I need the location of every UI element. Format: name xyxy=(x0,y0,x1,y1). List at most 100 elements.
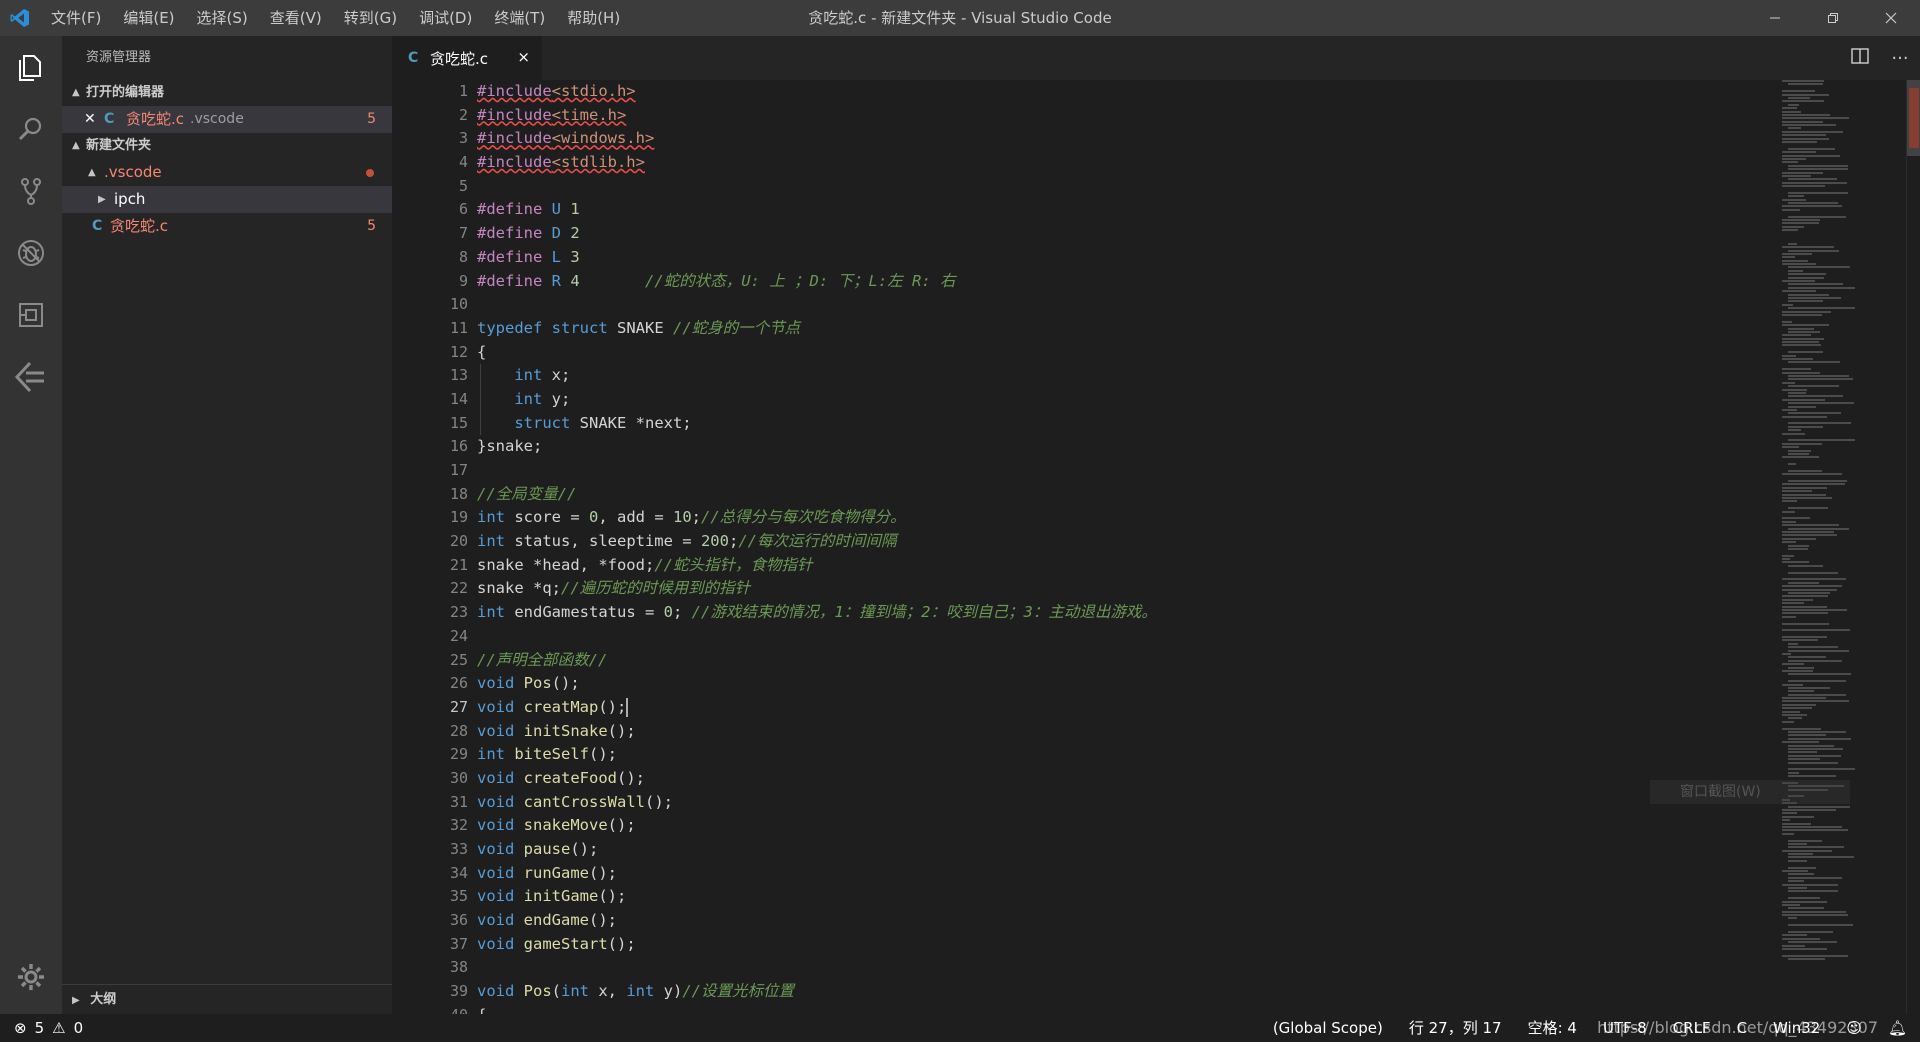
line-number: 16 xyxy=(449,437,468,456)
minimap[interactable] xyxy=(1782,80,1902,980)
minimap-line xyxy=(1788,249,1840,252)
minimap-line xyxy=(1782,832,1795,835)
minimap-line xyxy=(1782,883,1838,886)
minimap-line xyxy=(1788,958,1825,961)
minimap-line xyxy=(1782,229,1799,232)
line-number: 26 xyxy=(449,674,468,693)
minimap-line xyxy=(1788,422,1852,425)
minimap-line xyxy=(1782,473,1843,476)
extensions-button[interactable] xyxy=(0,284,62,346)
minimap-line xyxy=(1782,602,1805,605)
code-line: //全局变量// xyxy=(477,484,577,503)
tree-item-vscode[interactable]: ▲ .vscode xyxy=(62,159,392,186)
line-number: 15 xyxy=(449,413,468,432)
tree-item-file[interactable]: C 贪吃蛇.c 5 xyxy=(62,213,392,240)
bell-icon[interactable]: 🔔︎ xyxy=(1875,1014,1920,1042)
code-editor[interactable]: 1 2 3 4 5 6 7 8 9 10 11 12 13 14 15 16 17 18 19 20 21 22 23 24 2… xyxy=(392,80,1920,1014)
minimap-line xyxy=(1782,598,1813,601)
more-actions-icon[interactable]: ··· xyxy=(1880,48,1920,69)
minimap-line xyxy=(1788,591,1831,594)
tree-item-ipch[interactable]: ▶ ipch xyxy=(62,186,392,213)
minimap-line xyxy=(1782,208,1801,211)
minimap-line xyxy=(1782,554,1794,557)
cursor-position[interactable]: 行 27，列 17 xyxy=(1396,1014,1515,1042)
menu-terminal[interactable]: 终端(T) xyxy=(483,0,556,36)
close-icon[interactable]: ✕ xyxy=(84,106,104,133)
minimap-line xyxy=(1788,463,1797,466)
debug-button[interactable] xyxy=(0,222,62,284)
code-content[interactable]: #include<stdio.h> #include<time.h> #incl… xyxy=(477,80,1777,1014)
explorer-button[interactable] xyxy=(0,36,62,98)
search-button[interactable] xyxy=(0,98,62,160)
minimap-line xyxy=(1782,181,1848,184)
tree-item-label: 贪吃蛇.c xyxy=(110,217,169,235)
minimap-line xyxy=(1782,808,1836,811)
menu-view[interactable]: 查看(V) xyxy=(259,0,333,36)
chevron-down-icon: ▲ xyxy=(72,140,80,151)
minimap-line xyxy=(1788,571,1839,574)
scope-indicator[interactable]: (Global Scope) xyxy=(1260,1014,1396,1042)
restore-button[interactable] xyxy=(1804,0,1862,36)
code-line: snake *head, *food;//蛇头指针，食物指针 xyxy=(477,555,813,574)
menu-help[interactable]: 帮助(H) xyxy=(556,0,631,36)
minimap-line xyxy=(1782,903,1801,906)
menu-debug[interactable]: 调试(D) xyxy=(408,0,483,36)
minimap-line xyxy=(1782,612,1829,615)
line-number: 31 xyxy=(449,792,468,811)
minimap-line xyxy=(1782,371,1820,374)
c-file-icon: C xyxy=(408,50,419,66)
menu-selection[interactable]: 选择(S) xyxy=(186,0,259,36)
minimap-line xyxy=(1788,439,1855,442)
menu-file[interactable]: 文件(F) xyxy=(40,0,112,36)
split-editor-icon[interactable] xyxy=(1840,47,1880,69)
problems-indicator[interactable]: ⊗ 5 ⚠ 0 xyxy=(0,1019,83,1037)
vertical-scrollbar[interactable] xyxy=(1906,80,1920,1014)
menu-go[interactable]: 转到(G) xyxy=(333,0,408,36)
minimap-line xyxy=(1782,134,1827,137)
open-editors-header[interactable]: ▲ 打开的编辑器 xyxy=(62,80,392,106)
minimap-line xyxy=(1782,595,1828,598)
minimap-line xyxy=(1782,812,1798,815)
minimize-button[interactable] xyxy=(1746,0,1804,36)
minimap-line xyxy=(1782,714,1807,717)
tab-label: 贪吃蛇.c xyxy=(430,49,489,68)
code-line: }snake; xyxy=(477,437,543,456)
minimap-line xyxy=(1788,507,1828,510)
minimap-line xyxy=(1782,456,1820,459)
minimap-line xyxy=(1782,683,1803,686)
minimap-line xyxy=(1782,622,1830,625)
code-line: typedef struct SNAKE //蛇身的一个节点 xyxy=(477,318,801,337)
minimap-line xyxy=(1782,381,1796,384)
settings-button[interactable] xyxy=(0,946,62,1008)
minimap-line xyxy=(1788,564,1823,567)
minimap-line xyxy=(1782,815,1814,818)
minimap-line xyxy=(1788,758,1820,761)
code-line: int score = 0, add = 10;//总得分与每次吃食物得分。 xyxy=(477,508,906,527)
minimap-line xyxy=(1782,137,1830,140)
activity-bar xyxy=(0,36,62,1014)
minimap-line xyxy=(1782,954,1848,957)
minimap-line xyxy=(1788,744,1835,747)
folder-header[interactable]: ▲ 新建文件夹 xyxy=(62,133,392,159)
error-count: 5 xyxy=(34,1019,45,1037)
line-number: 37 xyxy=(449,934,468,953)
line-number: 6 xyxy=(458,200,468,219)
source-control-button[interactable] xyxy=(0,160,62,222)
menu-edit[interactable]: 编辑(E) xyxy=(112,0,185,36)
line-number: 28 xyxy=(449,721,468,740)
indentation-indicator[interactable]: 空格: 4 xyxy=(1515,1014,1590,1042)
line-number: 18 xyxy=(449,484,468,503)
outline-header[interactable]: ▶ 大纲 xyxy=(62,984,392,1014)
open-editor-item[interactable]: ✕ C 贪吃蛇.c .vscode 5 xyxy=(62,106,392,133)
close-window-button[interactable] xyxy=(1862,0,1920,36)
close-tab-icon[interactable]: × xyxy=(517,48,530,66)
minimap-line xyxy=(1788,293,1830,296)
minimap-line xyxy=(1788,527,1850,530)
minimap-line xyxy=(1782,117,1850,120)
tab-snake-c[interactable]: C 贪吃蛇.c × xyxy=(392,36,542,80)
remote-explorer-button[interactable] xyxy=(0,346,62,408)
code-line: void pause(); xyxy=(477,840,599,858)
minimap-line xyxy=(1782,510,1796,513)
minimap-line xyxy=(1788,880,1805,883)
